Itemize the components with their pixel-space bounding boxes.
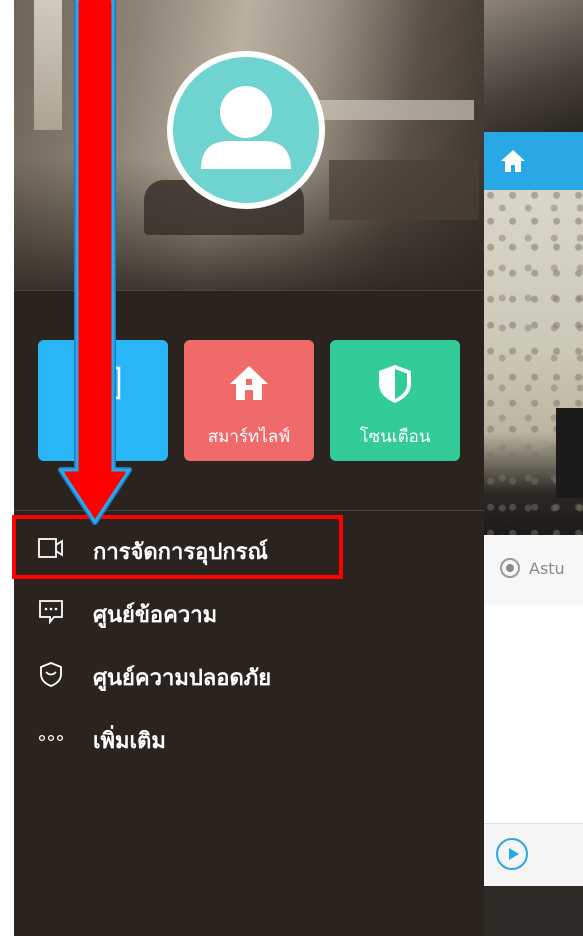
home-icon[interactable] <box>498 146 528 176</box>
camera-row[interactable]: Astu <box>484 535 583 606</box>
camera-preview[interactable] <box>484 190 583 535</box>
shield-outline-icon <box>40 662 62 687</box>
tile-label: โซนเตือน <box>359 427 431 447</box>
message-icon <box>39 600 63 624</box>
shield-icon <box>379 365 411 403</box>
camera-icon <box>500 558 520 578</box>
background-app-header <box>484 132 583 190</box>
down-arrow-annotation <box>58 0 132 525</box>
background-app: Astu <box>484 0 583 936</box>
play-icon[interactable] <box>496 838 528 870</box>
menu-item-security-center[interactable]: ศูนย์ความปลอดภัย <box>14 648 484 700</box>
menu-item-label: ศูนย์ความปลอดภัย <box>93 666 272 691</box>
cabinet-decor <box>329 160 479 220</box>
more-dots-icon <box>38 734 64 742</box>
avatar[interactable] <box>167 51 325 209</box>
tile-label: สมาร์ทไลฟ์ <box>207 427 291 447</box>
tile-alert-zone[interactable]: โซนเตือน <box>330 340 460 461</box>
camera-name: Astu <box>529 559 565 578</box>
background-footer <box>484 823 583 886</box>
preview-object <box>556 408 583 498</box>
menu-item-more[interactable]: เพิ่มเติม <box>14 711 484 763</box>
shelf-decor <box>314 100 474 120</box>
tile-smart-life[interactable]: สมาร์ทไลฟ์ <box>184 340 314 461</box>
menu-item-message-center[interactable]: ศูนย์ข้อความ <box>14 585 484 637</box>
home-icon <box>230 366 268 400</box>
menu-item-label: เพิ่มเติม <box>93 729 166 754</box>
background-content <box>484 605 583 823</box>
menu-item-label: ศูนย์ข้อความ <box>93 603 218 628</box>
user-icon <box>201 86 291 169</box>
background-photo-strip <box>484 0 583 132</box>
